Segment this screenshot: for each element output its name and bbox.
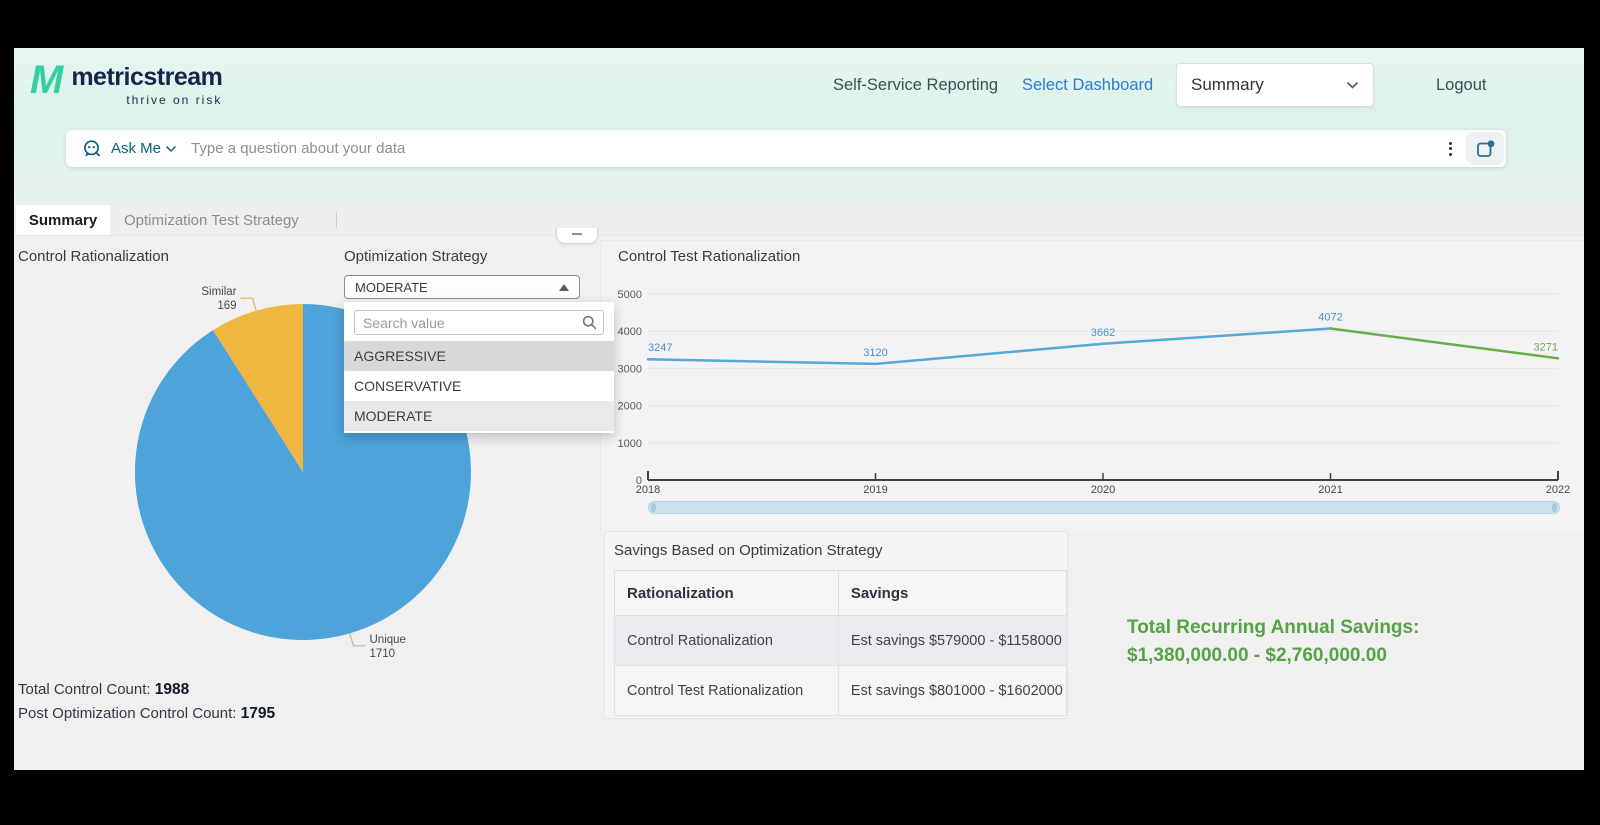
pie-label-connector [350,633,366,646]
metricstream-logo-icon: M [30,58,63,102]
dashboard-select[interactable]: Summary [1176,63,1374,107]
scrollbar-left-handle[interactable] [651,503,656,512]
x-axis-tick-label: 2022 [1546,484,1570,496]
tab-bar: Summary Optimization Test Strategy [14,205,1584,236]
pie-slice-label: Unique1710 [370,634,406,660]
ask-chat-icon [82,139,103,159]
data-point-label: 3271 [1534,341,1558,353]
savings-panel: Savings Based on Optimization Strategy R… [604,531,1068,719]
screen-frame: M metricstream thrive on risk Self-Servi… [0,0,1600,825]
savings-title: Savings Based on Optimization Strategy [614,542,882,559]
line-chart-title: Control Test Rationalization [618,248,800,265]
chart-scrollbar[interactable] [648,501,1560,514]
brand-wordmark: metricstream [71,62,222,92]
kebab-menu-icon[interactable] [1441,136,1460,162]
strategy-label: Optimization Strategy [344,248,487,265]
line-chart[interactable]: 0100020003000400050002018201920202021202… [604,264,1584,498]
post-optimization-control-count: Post Optimization Control Count: 1795 [18,705,275,723]
ask-question-input[interactable] [189,139,1441,158]
line-segment [1331,329,1559,359]
external-window-icon [1476,139,1495,158]
strategy-select-value: MODERATE [355,280,428,295]
chevron-down-icon[interactable] [165,145,177,153]
dropdown-option-conservative[interactable]: CONSERVATIVE [344,371,614,401]
table-row[interactable]: Control Test Rationalization Est savings… [615,666,1067,716]
triangle-up-icon [559,284,569,291]
chevron-down-icon [1346,81,1359,90]
ask-bar[interactable]: Ask Me [66,130,1506,167]
line-segment [648,359,876,364]
line-segment [876,344,1104,364]
brand-tagline: thrive on risk [126,93,222,107]
dropdown-search-input[interactable] [354,310,604,335]
data-point-label: 3247 [648,342,672,354]
tab-summary[interactable]: Summary [16,205,110,235]
search-icon [582,315,597,330]
panel-collapse-handle[interactable] [556,228,598,244]
table-header-row: Rationalization Savings [615,571,1067,616]
savings-table: Rationalization Savings Control Rational… [614,570,1067,716]
column-header-savings: Savings [838,571,1066,616]
strategy-select[interactable]: MODERATE [344,275,580,299]
dashboard-select-value: Summary [1191,75,1264,95]
nav-title: Self-Service Reporting [833,76,998,95]
dropdown-option-moderate[interactable]: MODERATE [344,401,614,431]
data-point-label: 3120 [863,347,887,359]
y-axis-tick-label: 5000 [618,289,642,301]
total-savings: Total Recurring Annual Savings: $1,380,0… [1127,614,1419,670]
select-dashboard-link[interactable]: Select Dashboard [1022,76,1153,95]
ask-me-label[interactable]: Ask Me [111,140,161,157]
column-header-rationalization: Rationalization [615,571,839,616]
pie-slice-label: Similar169 [201,286,236,312]
x-axis-tick-label: 2021 [1318,484,1342,496]
tab-divider [336,212,337,228]
logout-button[interactable]: Logout [1436,76,1486,95]
pie-label-connector [241,298,257,311]
tab-optimization-test-strategy[interactable]: Optimization Test Strategy [110,205,313,235]
y-axis-tick-label: 3000 [618,363,642,375]
post-optimization-count-value: 1795 [241,705,275,722]
total-savings-title: Total Recurring Annual Savings: [1127,614,1419,642]
pie-chart-title: Control Rationalization [18,248,169,265]
total-savings-value: $1,380,000.00 - $2,760,000.00 [1127,642,1419,670]
y-axis-tick-label: 1000 [618,438,642,450]
strategy-dropdown: AGGRESSIVE CONSERVATIVE MODERATE [344,302,614,433]
open-new-window-button[interactable] [1466,132,1504,165]
y-axis-tick-label: 2000 [618,401,642,413]
x-axis-tick-label: 2019 [863,484,887,496]
data-point-label: 3662 [1091,327,1115,339]
brand-logo: M metricstream thrive on risk [30,58,222,107]
x-axis-tick-label: 2018 [636,484,660,496]
app-window: M metricstream thrive on risk Self-Servi… [14,48,1584,770]
table-row[interactable]: Control Rationalization Est savings $579… [615,616,1067,666]
scrollbar-right-handle[interactable] [1552,503,1557,512]
x-axis-tick-label: 2020 [1091,484,1115,496]
dropdown-option-aggressive[interactable]: AGGRESSIVE [344,341,614,371]
data-point-label: 4072 [1318,312,1342,324]
y-axis-tick-label: 4000 [618,326,642,338]
